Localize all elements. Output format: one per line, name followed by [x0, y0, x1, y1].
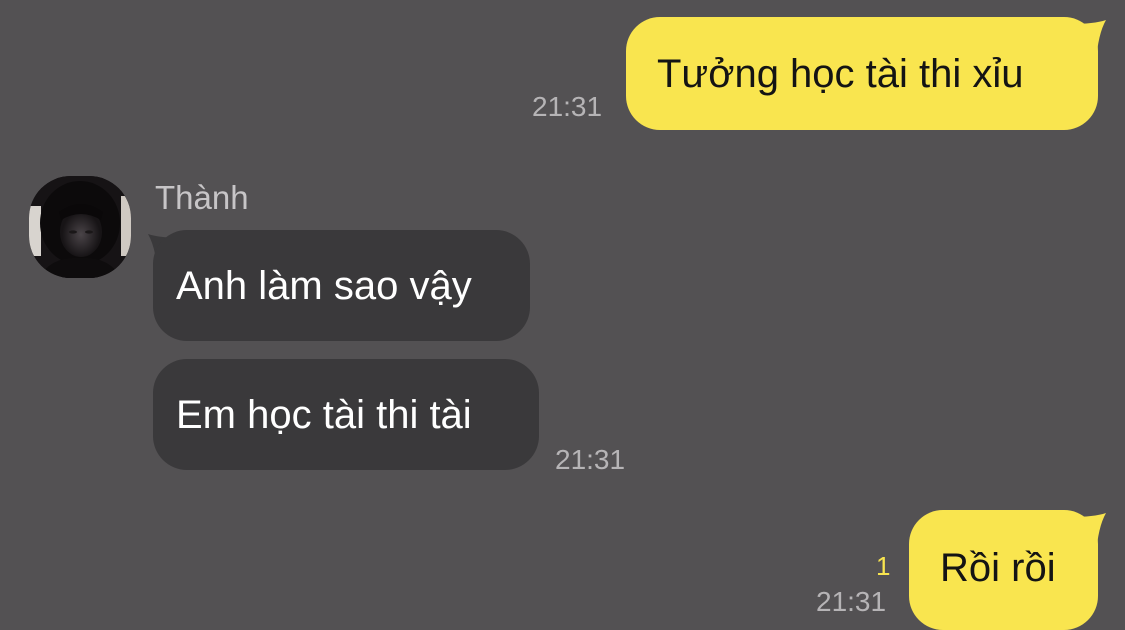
message-text: Tưởng học tài thi xỉu — [657, 51, 1024, 96]
unread-count: 1 — [876, 551, 891, 581]
message-text: Em học tài thi tài — [176, 392, 472, 437]
bubble-tail — [1070, 513, 1106, 555]
sender-name: Thành — [155, 179, 249, 216]
message-timestamp: 21:31 — [555, 444, 626, 475]
message-bubble-incoming[interactable]: Anh làm sao vậy — [153, 230, 530, 341]
message-timestamp: 21:31 — [532, 91, 603, 122]
message-timestamp: 21:31 — [816, 586, 887, 617]
message-text: Rồi rồi — [940, 546, 1056, 590]
contact-avatar[interactable] — [29, 176, 131, 278]
bubble-tail — [1070, 20, 1106, 62]
message-bubble-outgoing[interactable]: Tưởng học tài thi xỉu — [626, 17, 1098, 130]
avatar-icon — [29, 176, 131, 278]
message-bubble-incoming[interactable]: Em học tài thi tài — [153, 359, 539, 470]
message-text: Anh làm sao vậy — [176, 263, 472, 308]
